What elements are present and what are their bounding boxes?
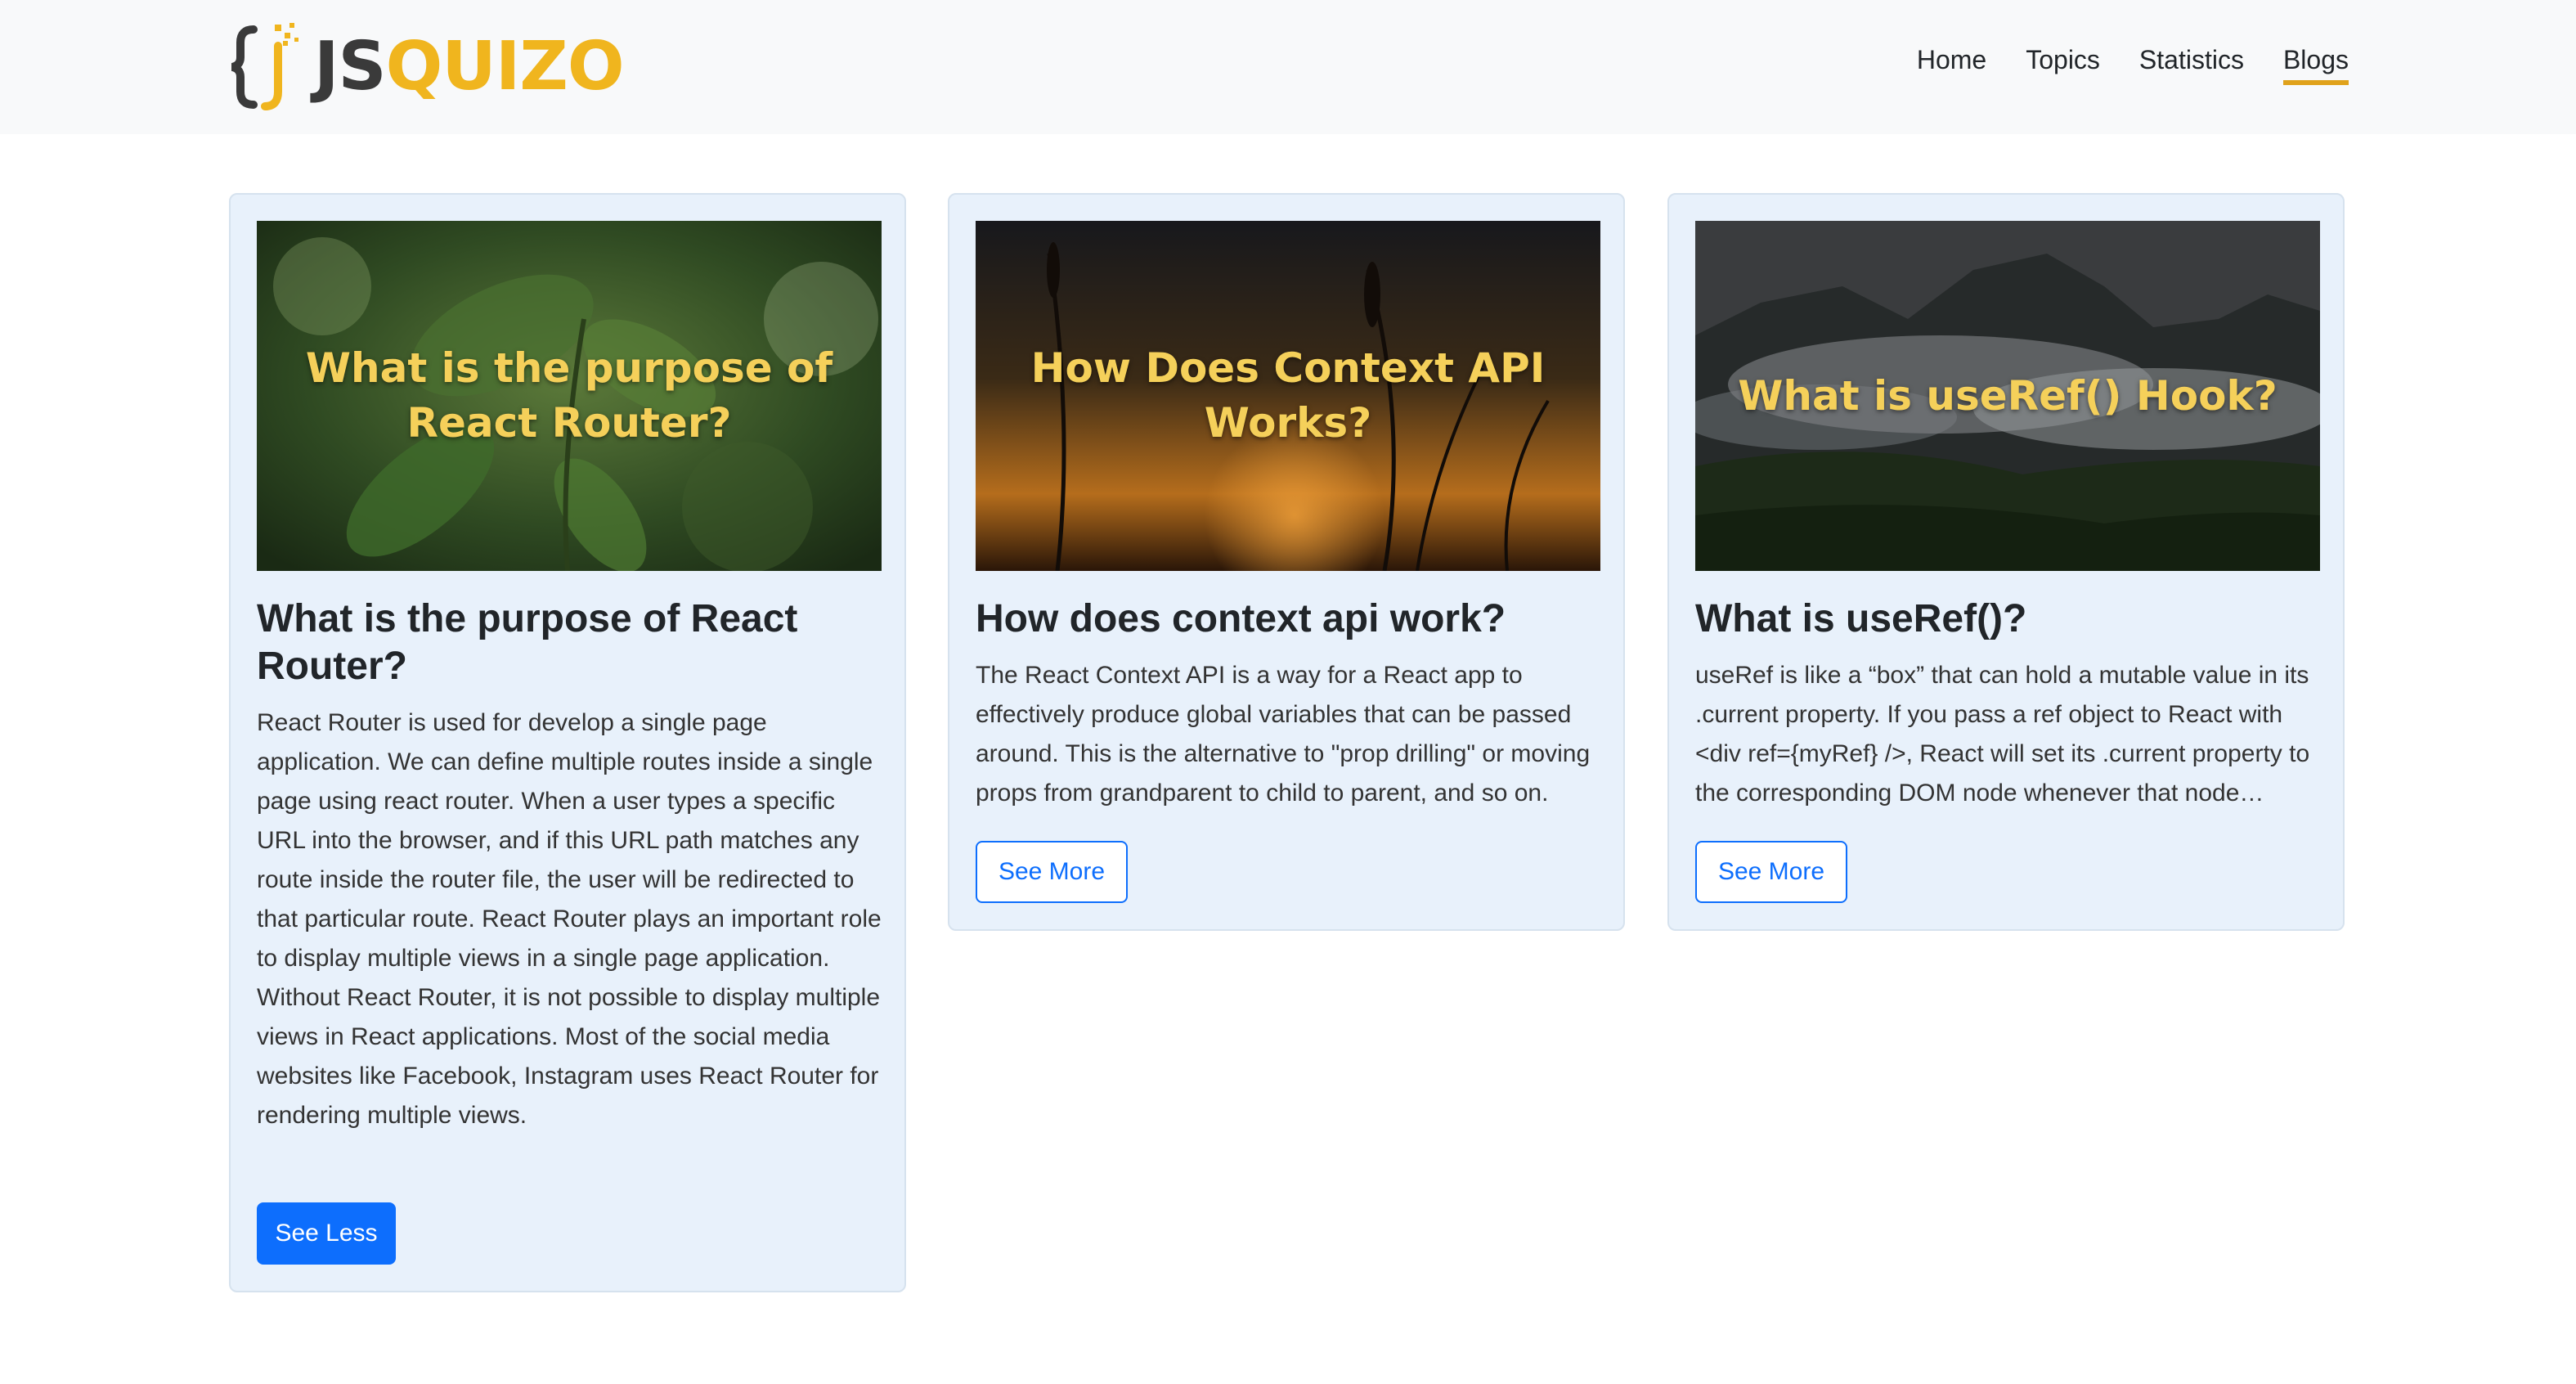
brand-js: JS (314, 28, 387, 106)
brand-wordmark: JSQUIZO (314, 34, 625, 101)
card-image-leaves: What is the purpose of React Router? (257, 221, 882, 571)
braces-logo-icon (231, 23, 298, 110)
card-image-caption: What is the purpose of React Router? (305, 344, 833, 447)
blog-card-useref: What is useRef() Hook? What is useRef()?… (1667, 193, 2345, 931)
nav-home[interactable]: Home (1917, 44, 1986, 85)
card-title: How does context api work? (976, 597, 1506, 640)
card-text: The React Context API is a way for a Rea… (976, 662, 1591, 807)
card-title: What is useRef()? (1695, 597, 2027, 640)
nav-statistics[interactable]: Statistics (2139, 44, 2244, 85)
card-image-sunset: How Does Context API Works? (976, 221, 1600, 571)
nav-topics[interactable]: Topics (2026, 44, 2100, 85)
top-navbar: JSQUIZO Home Topics Statistics Blogs (0, 0, 2576, 134)
card-text: React Router is used for develop a singl… (257, 709, 882, 1129)
site-logo[interactable]: JSQUIZO (229, 21, 625, 113)
main-nav: Home Topics Statistics Blogs (1917, 44, 2349, 86)
nav-blogs[interactable]: Blogs (2282, 44, 2349, 86)
see-more-button[interactable]: See More (1695, 841, 1847, 903)
card-image-caption: How Does Context API Works? (1030, 344, 1546, 447)
card-image-mountains: What is useRef() Hook? (1695, 221, 2320, 571)
blog-card-context-api: How Does Context API Works? How does con… (948, 193, 1625, 931)
card-image-caption: What is useRef() Hook? (1738, 371, 2278, 420)
card-text: useRef is like a “box” that can hold a m… (1695, 662, 2310, 807)
blog-card-react-router: What is the purpose of React Router? Wha… (229, 193, 906, 1292)
see-more-button[interactable]: See More (976, 841, 1128, 903)
brand-quizo: QUIZO (385, 28, 625, 106)
card-title: What is the purpose of React Router? (257, 597, 798, 688)
see-less-button[interactable]: See Less (257, 1202, 396, 1265)
